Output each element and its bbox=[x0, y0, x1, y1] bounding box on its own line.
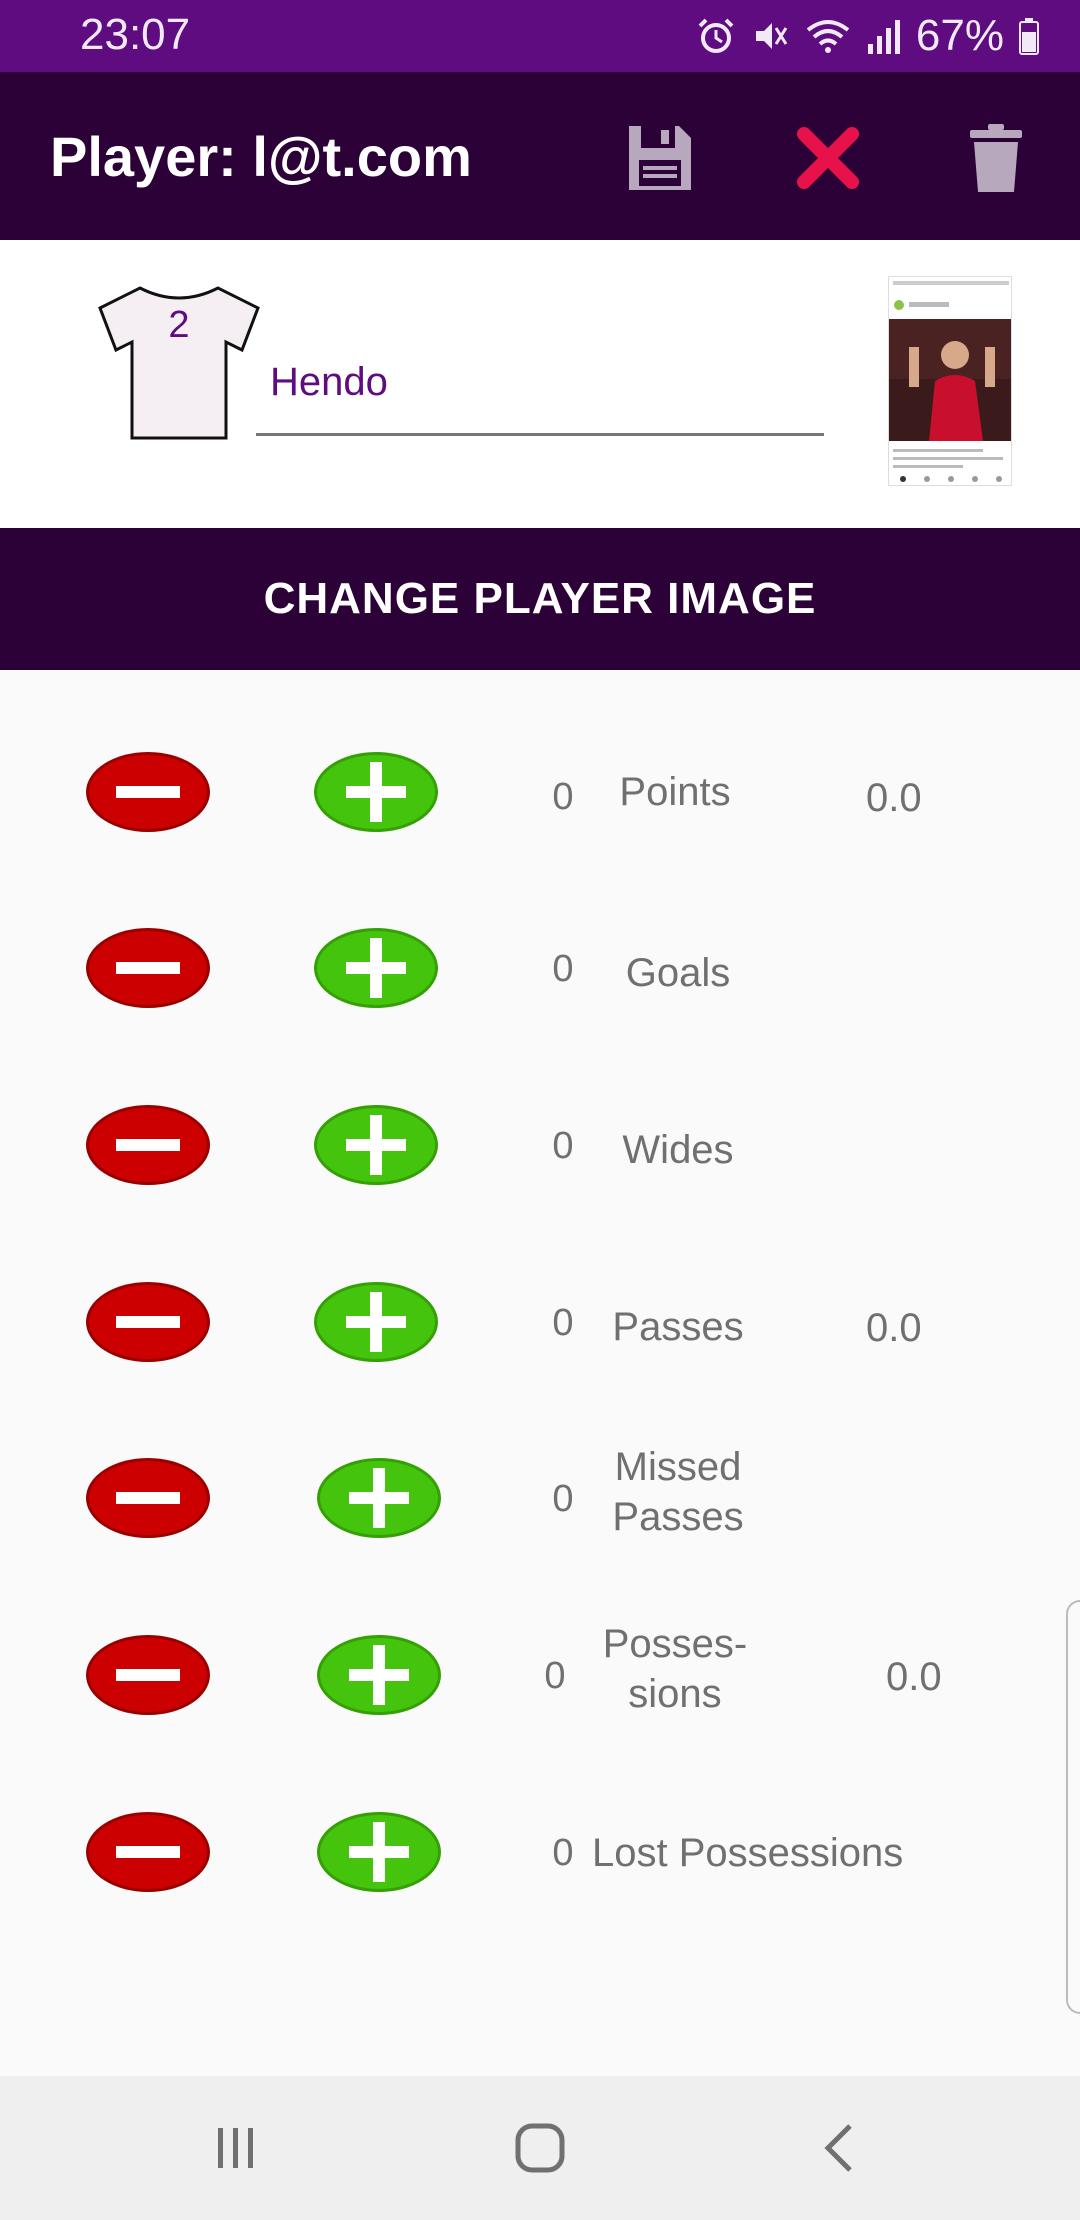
possessions-plus-button[interactable] bbox=[317, 1635, 441, 1715]
possessions-label: Posses- sions bbox=[600, 1619, 750, 1719]
plus-icon bbox=[346, 938, 406, 998]
plus-icon bbox=[346, 1115, 406, 1175]
minus-icon bbox=[116, 962, 180, 974]
missed-passes-label: Missed Passes bbox=[603, 1442, 753, 1542]
passes-ratio: 0.0 bbox=[866, 1306, 922, 1350]
photo-thumbnail bbox=[889, 277, 1011, 485]
app-title: Player: l@t.com bbox=[50, 125, 472, 188]
delete-icon bbox=[970, 124, 1022, 192]
missed-passes-count: 0 bbox=[552, 1478, 574, 1520]
stats-list: 0 Points 0.0 0 Goals 0 Wides 0 Passes 0.… bbox=[0, 670, 1080, 2076]
stat-row-goals: 0 Goals bbox=[0, 928, 1080, 1048]
passes-plus-button[interactable] bbox=[314, 1282, 438, 1362]
lost-possessions-plus-button[interactable] bbox=[317, 1812, 441, 1892]
home-icon bbox=[515, 2123, 565, 2173]
possessions-label-line2: sions bbox=[628, 1672, 722, 1716]
stat-row-lost-possessions: 0 Lost Possessions bbox=[0, 1812, 1080, 1932]
stat-row-wides: 0 Wides bbox=[0, 1105, 1080, 1225]
player-name-field[interactable]: Hendo bbox=[256, 340, 824, 436]
goals-plus-button[interactable] bbox=[314, 928, 438, 1008]
lost-possessions-count: 0 bbox=[552, 1832, 574, 1874]
status-time: 23:07 bbox=[80, 10, 191, 59]
signal-icon bbox=[867, 20, 900, 54]
recents-button[interactable] bbox=[196, 2112, 276, 2184]
possessions-ratio: 0.0 bbox=[886, 1655, 942, 1699]
minus-icon bbox=[116, 1139, 180, 1151]
app-bar: Player: l@t.com bbox=[0, 72, 1080, 240]
missed-passes-minus-button[interactable] bbox=[86, 1458, 210, 1538]
mute-icon bbox=[755, 23, 788, 49]
alarm-icon bbox=[698, 18, 734, 53]
wides-minus-button[interactable] bbox=[86, 1105, 210, 1185]
change-player-image-label: CHANGE PLAYER IMAGE bbox=[263, 574, 817, 623]
jersey-number: 2 bbox=[168, 304, 190, 346]
points-plus-button[interactable] bbox=[314, 752, 438, 832]
missed-passes-label-line1: Missed bbox=[614, 1445, 742, 1489]
minus-icon bbox=[116, 786, 180, 798]
save-icon bbox=[629, 126, 691, 190]
wides-label: Wides bbox=[622, 1128, 734, 1172]
passes-label: Passes bbox=[612, 1305, 744, 1349]
close-button[interactable] bbox=[788, 118, 868, 198]
home-button[interactable] bbox=[500, 2112, 580, 2184]
points-ratio: 0.0 bbox=[866, 776, 922, 820]
back-button[interactable] bbox=[800, 2112, 880, 2184]
minus-icon bbox=[116, 1669, 180, 1681]
status-icons: 67% bbox=[696, 11, 1040, 60]
plus-icon bbox=[346, 1292, 406, 1352]
minus-icon bbox=[116, 1492, 180, 1504]
player-header: 2 Hendo bbox=[0, 240, 1080, 528]
wifi-icon bbox=[806, 20, 850, 53]
stat-row-possessions: 0 Posses- sions 0.0 bbox=[0, 1622, 1080, 1755]
recents-icon bbox=[218, 2128, 253, 2168]
wides-count: 0 bbox=[552, 1125, 574, 1167]
passes-minus-button[interactable] bbox=[86, 1282, 210, 1362]
minus-icon bbox=[116, 1316, 180, 1328]
plus-icon bbox=[349, 1468, 409, 1528]
stat-row-missed-passes: 0 Missed Passes bbox=[0, 1445, 1080, 1578]
passes-count: 0 bbox=[552, 1302, 574, 1344]
points-label: Points bbox=[619, 770, 731, 814]
stat-row-passes: 0 Passes 0.0 bbox=[0, 1282, 1080, 1402]
save-button[interactable] bbox=[620, 118, 700, 198]
delete-button[interactable] bbox=[956, 118, 1036, 198]
back-icon bbox=[824, 2124, 852, 2172]
goals-label: Goals bbox=[625, 951, 731, 995]
missed-passes-plus-button[interactable] bbox=[317, 1458, 441, 1538]
possessions-label-line1: Posses- bbox=[602, 1622, 748, 1666]
player-name-value: Hendo bbox=[270, 360, 388, 404]
close-icon bbox=[797, 127, 859, 189]
scroll-edge[interactable] bbox=[1066, 1600, 1080, 2014]
points-count: 0 bbox=[552, 776, 574, 818]
possessions-count: 0 bbox=[544, 1655, 566, 1697]
possessions-minus-button[interactable] bbox=[86, 1635, 210, 1715]
plus-icon bbox=[346, 762, 406, 822]
stat-row-points: 0 Points 0.0 bbox=[0, 752, 1080, 872]
player-photo[interactable] bbox=[888, 276, 1012, 486]
change-player-image-button[interactable]: CHANGE PLAYER IMAGE bbox=[0, 528, 1080, 670]
goals-minus-button[interactable] bbox=[86, 928, 210, 1008]
lost-possessions-minus-button[interactable] bbox=[86, 1812, 210, 1892]
missed-passes-label-line2: Passes bbox=[612, 1495, 744, 1539]
wides-plus-button[interactable] bbox=[314, 1105, 438, 1185]
battery-icon bbox=[1019, 18, 1039, 55]
status-bar: 23:07 67% bbox=[0, 0, 1080, 72]
points-minus-button[interactable] bbox=[86, 752, 210, 832]
plus-icon bbox=[349, 1645, 409, 1705]
goals-count: 0 bbox=[552, 948, 574, 990]
navigation-bar bbox=[0, 2076, 1080, 2220]
minus-icon bbox=[116, 1846, 180, 1858]
lost-possessions-label: Lost Possessions bbox=[592, 1831, 904, 1875]
plus-icon bbox=[349, 1822, 409, 1882]
battery-percent: 67% bbox=[915, 11, 1004, 60]
